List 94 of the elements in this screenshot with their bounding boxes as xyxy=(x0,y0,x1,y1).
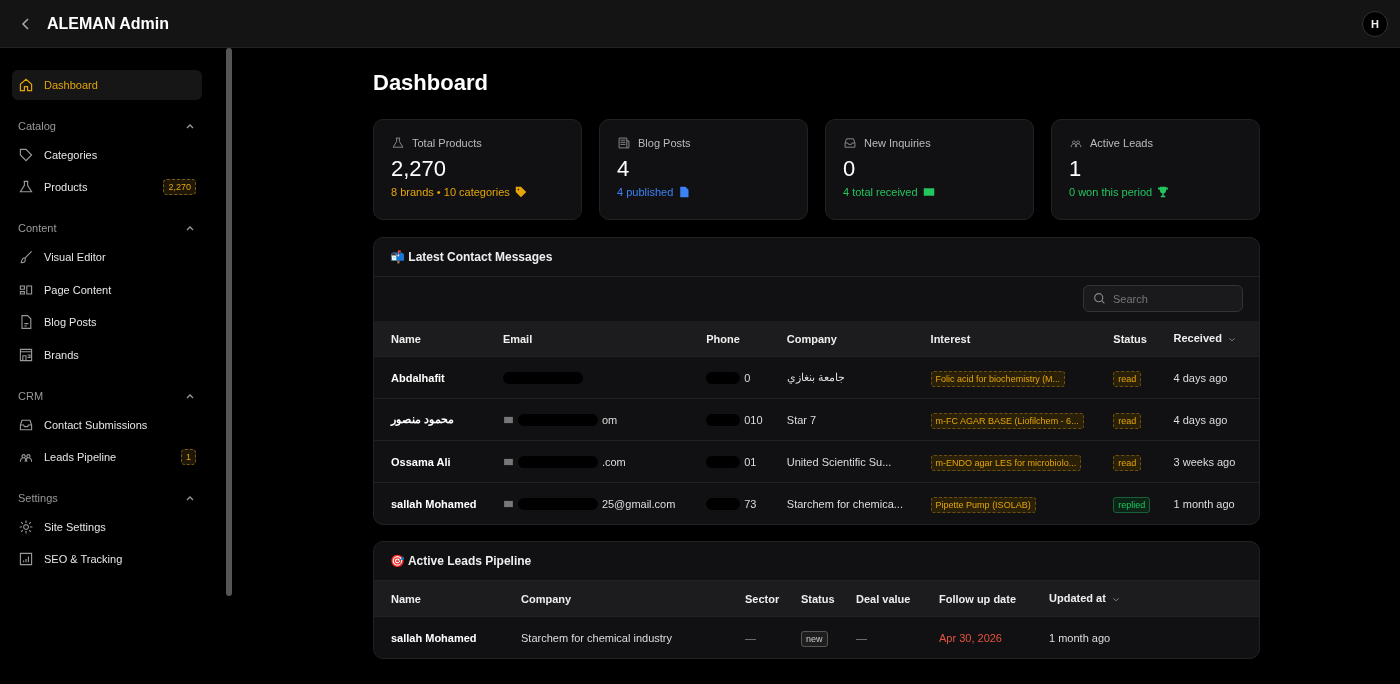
stat-label: Active Leads xyxy=(1090,137,1153,149)
count-badge: 2,270 xyxy=(163,179,196,196)
sidebar-item[interactable]: Leads Pipeline 1 xyxy=(12,441,202,472)
column-header[interactable]: Phone xyxy=(696,321,777,357)
section-title: Settings xyxy=(18,491,58,504)
table-cell: 1 month ago xyxy=(1049,631,1111,644)
table-cell: 01 xyxy=(744,455,757,468)
newspaper-icon xyxy=(617,136,631,150)
stat-note: 8 brands • 10 categories xyxy=(391,186,510,198)
table-cell: 3 weeks ago xyxy=(1173,455,1236,468)
table-cell: محمود منصور xyxy=(391,413,455,425)
section-title: Content xyxy=(18,222,57,235)
column-header[interactable]: Received xyxy=(1163,321,1259,357)
column-header[interactable]: Deal value xyxy=(846,581,929,617)
column-header[interactable]: Name xyxy=(374,321,493,357)
search-field[interactable]: Search xyxy=(1083,285,1243,312)
sidebar-item[interactable]: SEO & Tracking xyxy=(12,544,202,575)
settings-icon xyxy=(18,518,34,535)
search-icon xyxy=(1093,292,1106,305)
column-header[interactable]: Company xyxy=(511,581,735,617)
status-badge: read xyxy=(1113,454,1142,471)
table-cell: 25@gmail.com xyxy=(601,497,676,510)
stat-value: 1 xyxy=(1069,156,1083,182)
table-cell: جامعة بنغازي xyxy=(786,371,845,383)
page-title: Dashboard xyxy=(373,70,489,96)
table-cell: 4 days ago xyxy=(1173,371,1228,384)
table-cell: Abdalhafit xyxy=(391,371,445,384)
sidebar-item[interactable]: Site Settings xyxy=(12,511,202,542)
sidebar-item[interactable]: Dashboard xyxy=(12,70,202,100)
sidebar-item[interactable]: Page Content xyxy=(12,274,202,305)
table-cell: om xyxy=(601,413,618,426)
status-badge: read xyxy=(1113,370,1142,387)
table-cell: Ossama Ali xyxy=(391,455,451,468)
stat-note: 4 total received xyxy=(843,186,918,198)
table-cell: Starchem for chemica... xyxy=(786,497,903,510)
column-header[interactable]: Status xyxy=(1103,321,1164,357)
table-cell: — xyxy=(856,631,867,644)
section-title: Catalog xyxy=(18,120,56,132)
stat-value: 4 xyxy=(617,156,631,182)
sidebar-item[interactable]: Contact Submissions xyxy=(12,409,202,440)
status-badge: new xyxy=(801,630,828,647)
avatar[interactable]: H xyxy=(1362,10,1388,37)
column-header[interactable]: Status xyxy=(791,581,846,617)
stat-value: 2,270 xyxy=(391,156,448,182)
section-title: CRM xyxy=(18,389,44,402)
home-icon xyxy=(18,77,34,93)
stat-label: New Inquiries xyxy=(864,137,931,149)
stat-value: 0 xyxy=(843,156,857,182)
column-header[interactable]: Follow up date xyxy=(929,581,1039,617)
tag-icon xyxy=(18,147,34,163)
table-cell: Star 7 xyxy=(786,413,817,426)
table-cell: Apr 30, 2026 xyxy=(939,631,1002,644)
chart-icon xyxy=(18,551,34,568)
sidebar-item[interactable]: Blog Posts xyxy=(12,307,202,338)
status-badge: read xyxy=(1113,412,1142,429)
table-cell: 1 month ago xyxy=(1173,497,1235,510)
scrollbar[interactable] xyxy=(226,48,232,596)
sidebar-item[interactable]: Visual Editor xyxy=(12,242,202,273)
sidebar-item[interactable]: Products 2,270 xyxy=(12,172,202,203)
table-cell: United Scientific Su... xyxy=(786,455,892,468)
inbox-icon xyxy=(843,136,857,150)
brush-icon xyxy=(18,249,34,266)
table-cell: 0 xyxy=(744,371,751,384)
interest-tag: Folic acid for biochemistry (M... xyxy=(930,370,1066,387)
stat-note: 4 published xyxy=(617,186,674,198)
interest-tag: Pipette Pump (ISOLAB) xyxy=(930,496,1036,513)
table-cell: 4 days ago xyxy=(1173,413,1228,426)
stat-label: Blog Posts xyxy=(638,137,691,149)
count-badge: 1 xyxy=(181,448,196,465)
table-cell: Starchem for chemical industry xyxy=(521,631,672,644)
column-header[interactable]: Updated at xyxy=(1039,581,1259,617)
column-header[interactable]: Name xyxy=(374,581,511,617)
table-cell: .com xyxy=(601,455,626,468)
stat-note: 0 won this period xyxy=(1069,186,1153,198)
table-cell: sallah Mohamed xyxy=(391,631,477,644)
interest-tag: m-FC AGAR BASE (Liofilchem - 6... xyxy=(930,412,1084,429)
panel-title: 📬 Latest Contact Messages xyxy=(374,238,1259,277)
status-badge: replied xyxy=(1113,496,1151,513)
table-cell: 73 xyxy=(744,497,757,510)
sidebar-item[interactable]: Categories xyxy=(12,140,202,170)
column-header[interactable]: Email xyxy=(492,321,697,357)
document-icon xyxy=(18,314,34,331)
sidebar-item[interactable]: Brands xyxy=(12,339,202,370)
column-header[interactable]: Company xyxy=(776,321,921,357)
column-header[interactable]: Sector xyxy=(735,581,791,617)
interest-tag: m-ENDO agar LES for microbiolo... xyxy=(930,454,1082,471)
column-header[interactable]: Interest xyxy=(920,321,1104,357)
table-cell: — xyxy=(745,631,756,644)
stat-label: Total Products xyxy=(412,137,482,149)
store-icon xyxy=(18,346,34,363)
table-cell: sallah Mohamed xyxy=(391,497,477,510)
app-title: ALEMAN Admin xyxy=(47,14,171,33)
flask-icon xyxy=(391,136,405,150)
table-cell: 010 xyxy=(744,413,763,426)
